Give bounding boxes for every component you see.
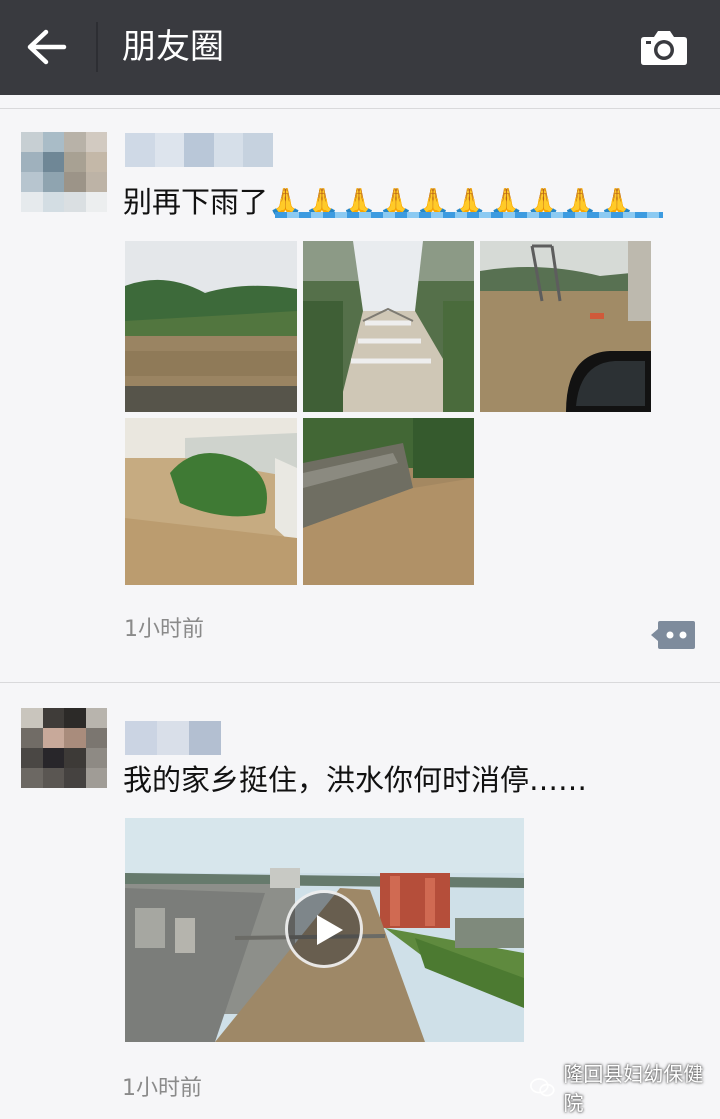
play-icon[interactable] (285, 890, 363, 968)
camera-button[interactable] (640, 27, 688, 67)
post-time: 1小时前 (124, 617, 204, 642)
post-caption: 我的家乡挺住，洪水你何时消停…… (123, 763, 588, 797)
post-caption: 别再下雨了 (123, 185, 269, 219)
camera-icon (641, 31, 687, 65)
title-divider (96, 22, 98, 72)
emoji-underline (275, 212, 663, 218)
video-thumbnail[interactable] (125, 818, 524, 1042)
watermark-text: 隆回县妇幼保健院 (563, 1062, 704, 1115)
post-separator (0, 682, 720, 683)
wechat-logo-icon (530, 1077, 555, 1096)
avatar[interactable] (21, 132, 107, 212)
comment-button[interactable] (650, 620, 696, 650)
photo-thumbnail[interactable] (303, 418, 474, 585)
comment-icon (651, 621, 695, 649)
nickname-blurred[interactable] (125, 133, 273, 167)
top-bar: 朋友圈 (0, 0, 720, 95)
photo-thumbnail[interactable] (480, 241, 651, 412)
post-time: 1小时前 (122, 1076, 202, 1101)
back-button[interactable] (24, 24, 74, 70)
header-separator (0, 108, 720, 109)
page-title: 朋友圈 (122, 27, 224, 67)
avatar[interactable] (21, 708, 107, 788)
photo-thumbnail[interactable] (303, 241, 474, 412)
photo-thumbnail[interactable] (125, 418, 297, 585)
back-arrow-icon (27, 29, 67, 65)
nickname-blurred[interactable] (125, 721, 221, 755)
photo-thumbnail[interactable] (125, 241, 297, 412)
watermark: 隆回县妇幼保健院 (530, 1062, 720, 1115)
